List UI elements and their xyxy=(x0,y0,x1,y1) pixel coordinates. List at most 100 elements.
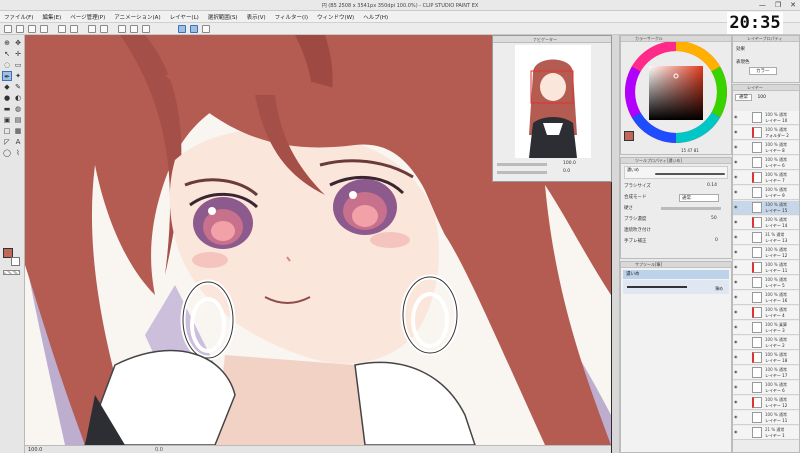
snap-grid-icon[interactable] xyxy=(202,25,210,33)
snap-special-ruler-icon[interactable] xyxy=(190,25,198,33)
layer-name[interactable]: レイヤー 6 xyxy=(765,388,785,394)
blend-icon[interactable]: ◍ xyxy=(13,104,23,114)
layer-blend-select[interactable]: 通常 xyxy=(735,94,752,101)
eye-icon[interactable]: ◉ xyxy=(734,384,739,389)
status-zoom[interactable]: 100.0 xyxy=(28,447,42,453)
layer-row[interactable]: ◉ 100 % 通常 フォルダー 2 xyxy=(733,126,799,140)
eyedropper-icon[interactable]: ◆ xyxy=(2,82,12,92)
layer-name[interactable]: レイヤー 13 xyxy=(765,238,787,244)
open-file-icon[interactable] xyxy=(28,25,36,33)
hardness-slider[interactable] xyxy=(661,207,721,210)
brush-size-value[interactable]: 0.14 xyxy=(707,183,717,188)
layer-name[interactable]: レイヤー 10 xyxy=(765,118,787,124)
eye-icon[interactable]: ◉ xyxy=(734,144,739,149)
eye-icon[interactable]: ◉ xyxy=(734,159,739,164)
ruler-icon[interactable]: ◸ xyxy=(2,137,12,147)
eye-icon[interactable]: ◉ xyxy=(734,204,739,209)
eye-icon[interactable]: ◉ xyxy=(734,114,739,119)
layer-name[interactable]: レイヤー 15 xyxy=(765,208,787,214)
frame-icon[interactable]: ▦ xyxy=(13,126,23,136)
navigator-preview[interactable] xyxy=(515,45,591,158)
eye-icon[interactable]: ◉ xyxy=(734,174,739,179)
layer-row[interactable]: ◉ 100 % 乗算 レイヤー 3 xyxy=(733,321,799,335)
menu-page[interactable]: ページ管理(P) xyxy=(70,13,105,21)
eye-icon[interactable]: ◉ xyxy=(734,324,739,329)
minimize-button[interactable]: — xyxy=(759,1,766,9)
eye-icon[interactable]: ◉ xyxy=(734,339,739,344)
gradient-icon[interactable]: ▤ xyxy=(13,115,23,125)
sub-tool-item-dense[interactable]: 薄め xyxy=(623,280,729,294)
layer-row[interactable]: ◉ 100 % 通常 レイヤー 17 xyxy=(733,366,799,380)
menu-file[interactable]: ファイル(F) xyxy=(4,13,33,21)
layer-name[interactable]: レイヤー 3 xyxy=(765,328,785,334)
undo-icon[interactable] xyxy=(58,25,66,33)
layer-row[interactable]: ◉ 100 % 通常 レイヤー 6 xyxy=(733,156,799,170)
layer-name[interactable]: レイヤー 5 xyxy=(765,283,785,289)
layer-name[interactable]: レイヤー 4 xyxy=(765,313,785,319)
layer-move-icon[interactable]: ✛ xyxy=(13,49,23,59)
eye-icon[interactable]: ◉ xyxy=(734,249,739,254)
layer-row[interactable]: ◉ 100 % 通常 レイヤー 9 xyxy=(733,186,799,200)
layer-opacity[interactable]: 100 xyxy=(757,95,766,100)
brush-icon[interactable]: ● xyxy=(2,93,12,103)
wand-icon[interactable]: ✦ xyxy=(13,71,23,81)
layer-name[interactable]: レイヤー 11 xyxy=(765,268,787,274)
home-icon[interactable] xyxy=(4,25,12,33)
menu-filter[interactable]: フィルター(I) xyxy=(275,13,308,21)
deselect-icon[interactable] xyxy=(118,25,126,33)
show-selection-icon[interactable] xyxy=(142,25,150,33)
eye-icon[interactable]: ◉ xyxy=(734,429,739,434)
menu-view[interactable]: 表示(V) xyxy=(247,13,266,21)
layer-name[interactable]: レイヤー 18 xyxy=(765,358,787,364)
redo-icon[interactable] xyxy=(70,25,78,33)
menu-layer[interactable]: レイヤー(L) xyxy=(170,13,199,21)
layer-row[interactable]: ◉ 100 % 通常 レイヤー 8 xyxy=(733,141,799,155)
blend-mode-select[interactable]: 通常 xyxy=(679,194,719,202)
rotate-slider[interactable] xyxy=(497,171,547,174)
fill-icon[interactable]: ▣ xyxy=(2,115,12,125)
layer-row[interactable]: ◉ 100 % 通常 レイヤー 6 xyxy=(733,381,799,395)
layer-row[interactable]: ◉ 21 % 通常 レイヤー 1 xyxy=(733,426,799,440)
transform-icon[interactable] xyxy=(100,25,108,33)
expression-color-select[interactable]: カラー xyxy=(749,67,777,75)
layer-name[interactable]: レイヤー 1 xyxy=(765,433,785,439)
layer-name[interactable]: レイヤー 17 xyxy=(765,373,787,379)
layer-name[interactable]: レイヤー 6 xyxy=(765,163,785,169)
layer-name[interactable]: レイヤー 2 xyxy=(765,343,785,349)
layer-name[interactable]: レイヤー 8 xyxy=(765,148,785,154)
brush-density-value[interactable]: 50 xyxy=(711,216,717,221)
pen-icon[interactable]: ✒ xyxy=(2,71,12,81)
menu-window[interactable]: ウィンドウ(W) xyxy=(317,13,354,21)
color-wheel[interactable] xyxy=(621,41,731,154)
layer-row[interactable]: ◉ 100 % 通常 レイヤー 5 xyxy=(733,276,799,290)
menu-help[interactable]: ヘルプ(H) xyxy=(363,13,388,21)
eye-icon[interactable]: ◉ xyxy=(734,219,739,224)
layer-row[interactable]: ◉ 100 % 通常 レイヤー 12 xyxy=(733,246,799,260)
navigator-zoom[interactable]: 100.0 xyxy=(563,161,576,166)
sub-color-swatch[interactable] xyxy=(11,257,20,266)
zoom-slider[interactable] xyxy=(497,163,547,166)
eye-icon[interactable]: ◉ xyxy=(734,309,739,314)
layer-name[interactable]: レイヤー 12 xyxy=(765,403,787,409)
eye-icon[interactable]: ◉ xyxy=(734,189,739,194)
operation-icon[interactable]: ↖ xyxy=(2,49,12,59)
menu-edit[interactable]: 編集(E) xyxy=(42,13,61,21)
eye-icon[interactable]: ◉ xyxy=(734,354,739,359)
marquee-icon[interactable]: ▭ xyxy=(13,60,23,70)
layer-row[interactable]: ◉ 100 % 通常 レイヤー 11 xyxy=(733,411,799,425)
current-color-swatch[interactable] xyxy=(624,131,634,141)
sub-tool-tab[interactable]: 濃いめ xyxy=(623,270,729,279)
layer-row[interactable]: ◉ 100 % 通常 レイヤー 14 xyxy=(733,216,799,230)
airbrush-icon[interactable]: ◐ xyxy=(13,93,23,103)
layer-row[interactable]: ◉ 100 % 通常 レイヤー 4 xyxy=(733,306,799,320)
eye-icon[interactable]: ◉ xyxy=(734,399,739,404)
text-icon[interactable]: A xyxy=(13,137,23,147)
eye-icon[interactable]: ◉ xyxy=(734,264,739,269)
layer-row[interactable]: ◉ 100 % 通常 レイヤー 18 xyxy=(733,351,799,365)
layer-name[interactable]: レイヤー 12 xyxy=(765,253,787,259)
move-icon[interactable]: ✥ xyxy=(13,38,23,48)
eye-icon[interactable]: ◉ xyxy=(734,279,739,284)
lasso-icon[interactable]: ◌ xyxy=(2,60,12,70)
layer-name[interactable]: レイヤー 7 xyxy=(765,178,785,184)
correct-line-icon[interactable]: ⌇ xyxy=(13,148,23,158)
